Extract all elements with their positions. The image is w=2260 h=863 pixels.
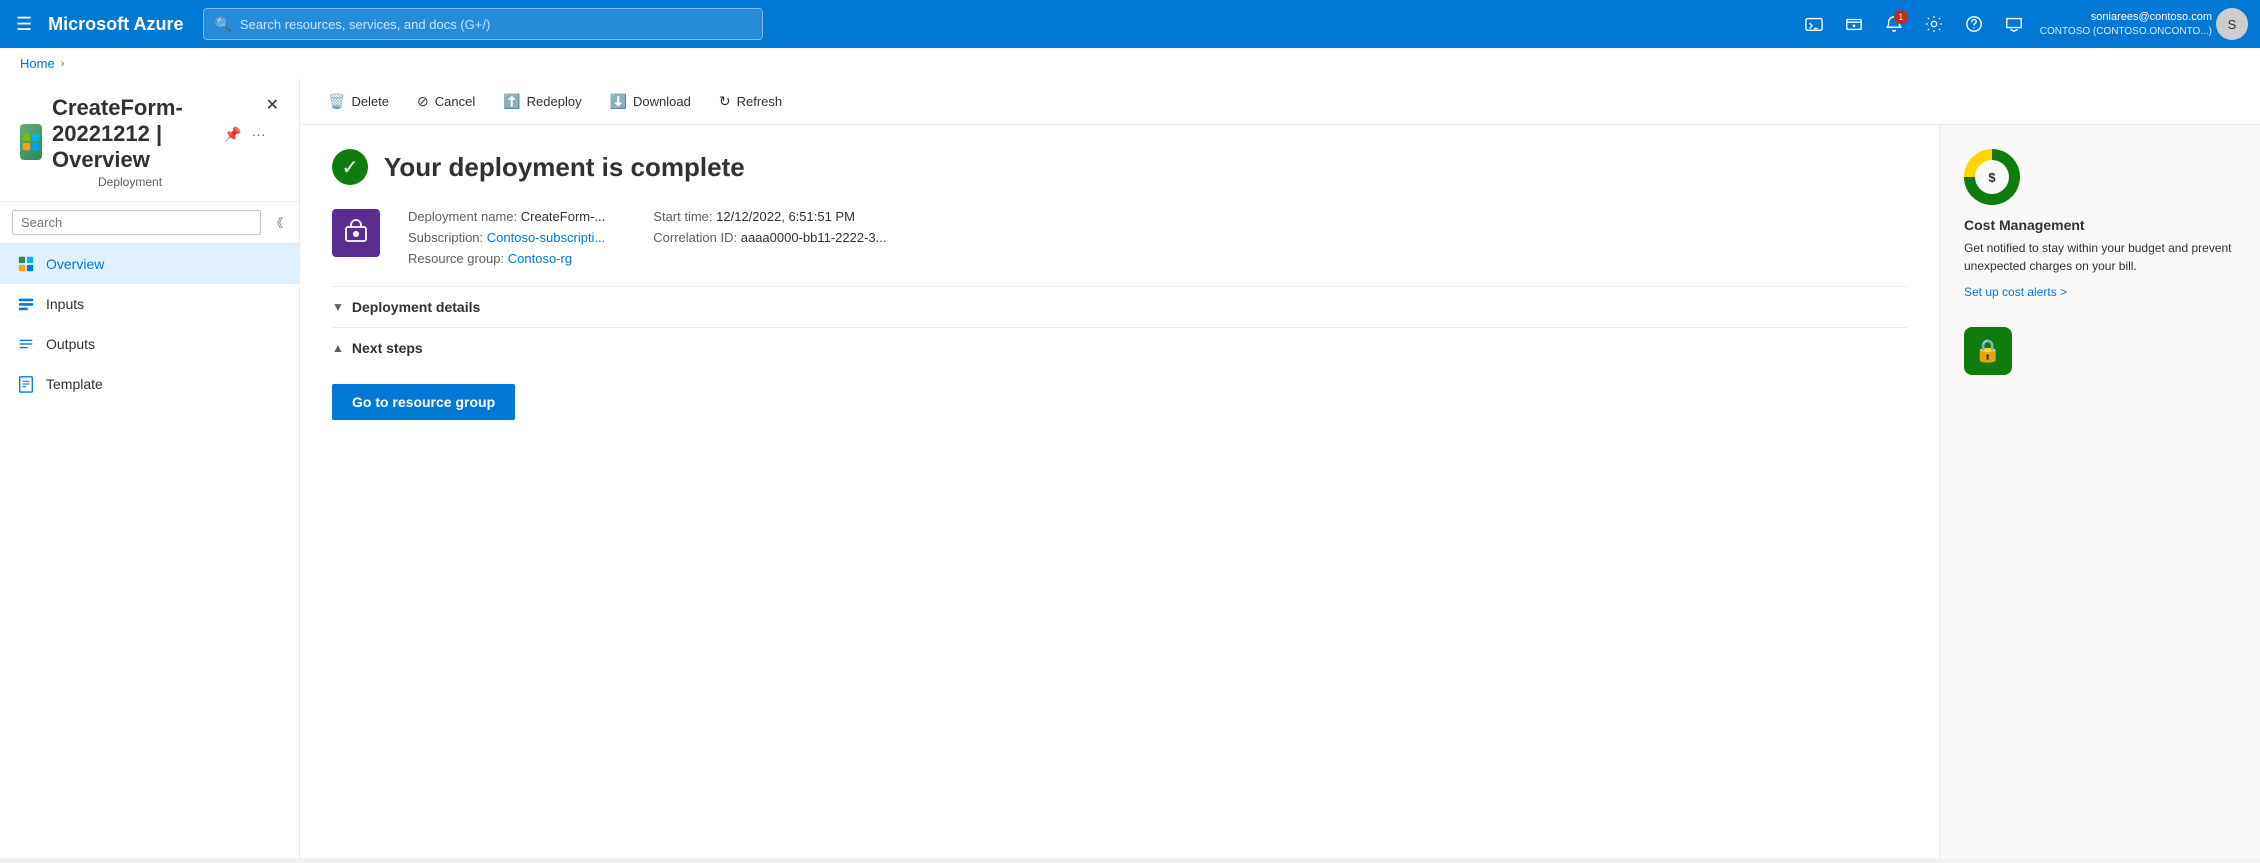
resource-group-label: Resource group:: [408, 251, 504, 266]
success-check-icon: ✓: [332, 149, 368, 185]
cancel-icon: ⊘: [417, 93, 429, 110]
deployment-complete-header: ✓ Your deployment is complete: [332, 149, 1907, 185]
main-content: ✓ Your deployment is complete: [300, 125, 2260, 858]
azure-logo: Microsoft Azure: [48, 14, 183, 35]
next-steps-content: Go to resource group: [332, 368, 1907, 436]
deployment-resource-icon: [332, 209, 380, 257]
cost-management-icon: $: [1964, 149, 2020, 205]
breadcrumb: Home ›: [0, 48, 2260, 79]
deployment-name-value: CreateForm-...: [521, 209, 606, 224]
template-label: Template: [46, 376, 103, 392]
collapse-sidebar-icon[interactable]: 《: [267, 212, 287, 233]
download-icon: ⬇️: [610, 93, 627, 110]
delete-icon: 🗑️: [328, 93, 345, 110]
sidebar-item-inputs[interactable]: Inputs: [0, 284, 299, 324]
overview-label: Overview: [46, 256, 104, 272]
start-time-label: Start time:: [653, 209, 712, 224]
template-icon: [16, 374, 36, 394]
resource-group-line: Resource group: Contoso-rg: [408, 251, 605, 266]
content-primary: ✓ Your deployment is complete: [300, 125, 1940, 858]
hamburger-menu-icon[interactable]: ☰: [12, 10, 36, 39]
deployment-info-left: Deployment name: CreateForm-... Subscrip…: [408, 209, 605, 270]
next-steps-section[interactable]: ▲ Next steps: [332, 327, 1907, 368]
pin-icon[interactable]: 📌: [224, 126, 241, 143]
deployment-details-label: Deployment details: [352, 299, 480, 315]
donut-chart: $: [1964, 149, 2020, 205]
deployment-name-label: Deployment name:: [408, 209, 517, 224]
sidebar-item-template[interactable]: Template: [0, 364, 299, 404]
directory-icon[interactable]: [1836, 6, 1872, 42]
resource-group-link[interactable]: Contoso-rg: [508, 251, 572, 266]
page-subtitle: Deployment: [98, 175, 266, 189]
avatar[interactable]: S: [2216, 8, 2248, 40]
set-up-cost-alerts-link[interactable]: Set up cost alerts >: [1964, 285, 2067, 299]
correlation-label: Correlation ID:: [653, 230, 737, 245]
security-shield-icon: 🔒: [1964, 327, 2012, 375]
deployment-details-section[interactable]: ▼ Deployment details: [332, 286, 1907, 327]
more-options-icon[interactable]: ···: [252, 126, 266, 142]
sidebar-nav: Overview Inputs Outputs Template: [0, 244, 299, 858]
top-navigation: ☰ Microsoft Azure 🔍 1 soniarees@contoso.…: [0, 0, 2260, 48]
deployment-complete-title: Your deployment is complete: [384, 152, 745, 183]
page-header: CreateForm-20221212 | Overview 📌 ··· Dep…: [0, 79, 299, 202]
resource-icon: [20, 124, 42, 160]
next-steps-label: Next steps: [352, 340, 423, 356]
donut-inner: $: [1975, 160, 2009, 194]
next-steps-chevron-icon: ▲: [332, 341, 344, 355]
nav-icon-group: 1 soniarees@contoso.com CONTOSO (CONTOSO…: [1796, 6, 2248, 42]
cost-management-description: Get notified to stay within your budget …: [1964, 239, 2236, 275]
subscription-link[interactable]: Contoso-subscripti...: [487, 230, 606, 245]
delete-button[interactable]: 🗑️ Delete: [316, 87, 401, 116]
correlation-value: aaaa0000-bb11-2222-3...: [741, 230, 887, 245]
notifications-icon[interactable]: 1: [1876, 6, 1912, 42]
refresh-icon: ↻: [719, 93, 731, 110]
outputs-label: Outputs: [46, 336, 95, 352]
cost-management-title: Cost Management: [1964, 217, 2236, 233]
deployment-info-cols: Deployment name: CreateForm-... Subscrip…: [408, 209, 887, 270]
breadcrumb-separator: ›: [61, 58, 65, 70]
go-to-resource-group-button[interactable]: Go to resource group: [332, 384, 515, 420]
start-time-value: 12/12/2022, 6:51:51 PM: [716, 209, 855, 224]
global-search-box[interactable]: 🔍: [203, 8, 763, 40]
subscription-line: Subscription: Contoso-subscripti...: [408, 230, 605, 245]
deployment-name-line: Deployment name: CreateForm-...: [408, 209, 605, 224]
sidebar-search-row: 《: [0, 202, 299, 244]
toolbar: 🗑️ Delete ⊘ Cancel ⬆️ Redeploy ⬇️ Downlo…: [300, 79, 2260, 125]
deployment-info-row: Deployment name: CreateForm-... Subscrip…: [332, 209, 1907, 270]
download-button[interactable]: ⬇️ Download: [598, 87, 703, 116]
correlation-line: Correlation ID: aaaa0000-bb11-2222-3...: [653, 230, 886, 245]
sidebar-item-overview[interactable]: Overview: [0, 244, 299, 284]
help-icon[interactable]: [1956, 6, 1992, 42]
cancel-button[interactable]: ⊘ Cancel: [405, 87, 487, 116]
subscription-label: Subscription:: [408, 230, 483, 245]
close-icon[interactable]: ✕: [266, 95, 279, 115]
content-area: 🗑️ Delete ⊘ Cancel ⬆️ Redeploy ⬇️ Downlo…: [300, 79, 2260, 858]
redeploy-button[interactable]: ⬆️ Redeploy: [491, 87, 593, 116]
content-secondary: $ Cost Management Get notified to stay w…: [1940, 125, 2260, 858]
cloud-shell-icon[interactable]: [1796, 6, 1832, 42]
refresh-button[interactable]: ↻ Refresh: [707, 87, 794, 116]
page-title: CreateForm-20221212 | Overview: [52, 95, 214, 173]
details-chevron-icon: ▼: [332, 300, 344, 314]
outputs-icon: [16, 334, 36, 354]
overview-icon: [16, 254, 36, 274]
sidebar-search-input[interactable]: [12, 210, 261, 235]
user-info: soniarees@contoso.com CONTOSO (CONTOSO.O…: [2040, 10, 2212, 37]
sidebar-item-outputs[interactable]: Outputs: [0, 324, 299, 364]
settings-icon[interactable]: [1916, 6, 1952, 42]
home-breadcrumb[interactable]: Home: [20, 56, 55, 71]
sidebar: CreateForm-20221212 | Overview 📌 ··· Dep…: [0, 79, 300, 858]
main-layout: CreateForm-20221212 | Overview 📌 ··· Dep…: [0, 79, 2260, 858]
cost-management-card: $ Cost Management Get notified to stay w…: [1964, 149, 2236, 299]
deployment-info-right: Start time: 12/12/2022, 6:51:51 PM Corre…: [653, 209, 886, 270]
global-search-input[interactable]: [240, 17, 753, 32]
inputs-label: Inputs: [46, 296, 84, 312]
feedback-icon[interactable]: [1996, 6, 2032, 42]
notification-badge: 1: [1894, 10, 1908, 24]
redeploy-icon: ⬆️: [503, 93, 520, 110]
search-icon: 🔍: [214, 16, 231, 33]
inputs-icon: [16, 294, 36, 314]
start-time-line: Start time: 12/12/2022, 6:51:51 PM: [653, 209, 886, 224]
